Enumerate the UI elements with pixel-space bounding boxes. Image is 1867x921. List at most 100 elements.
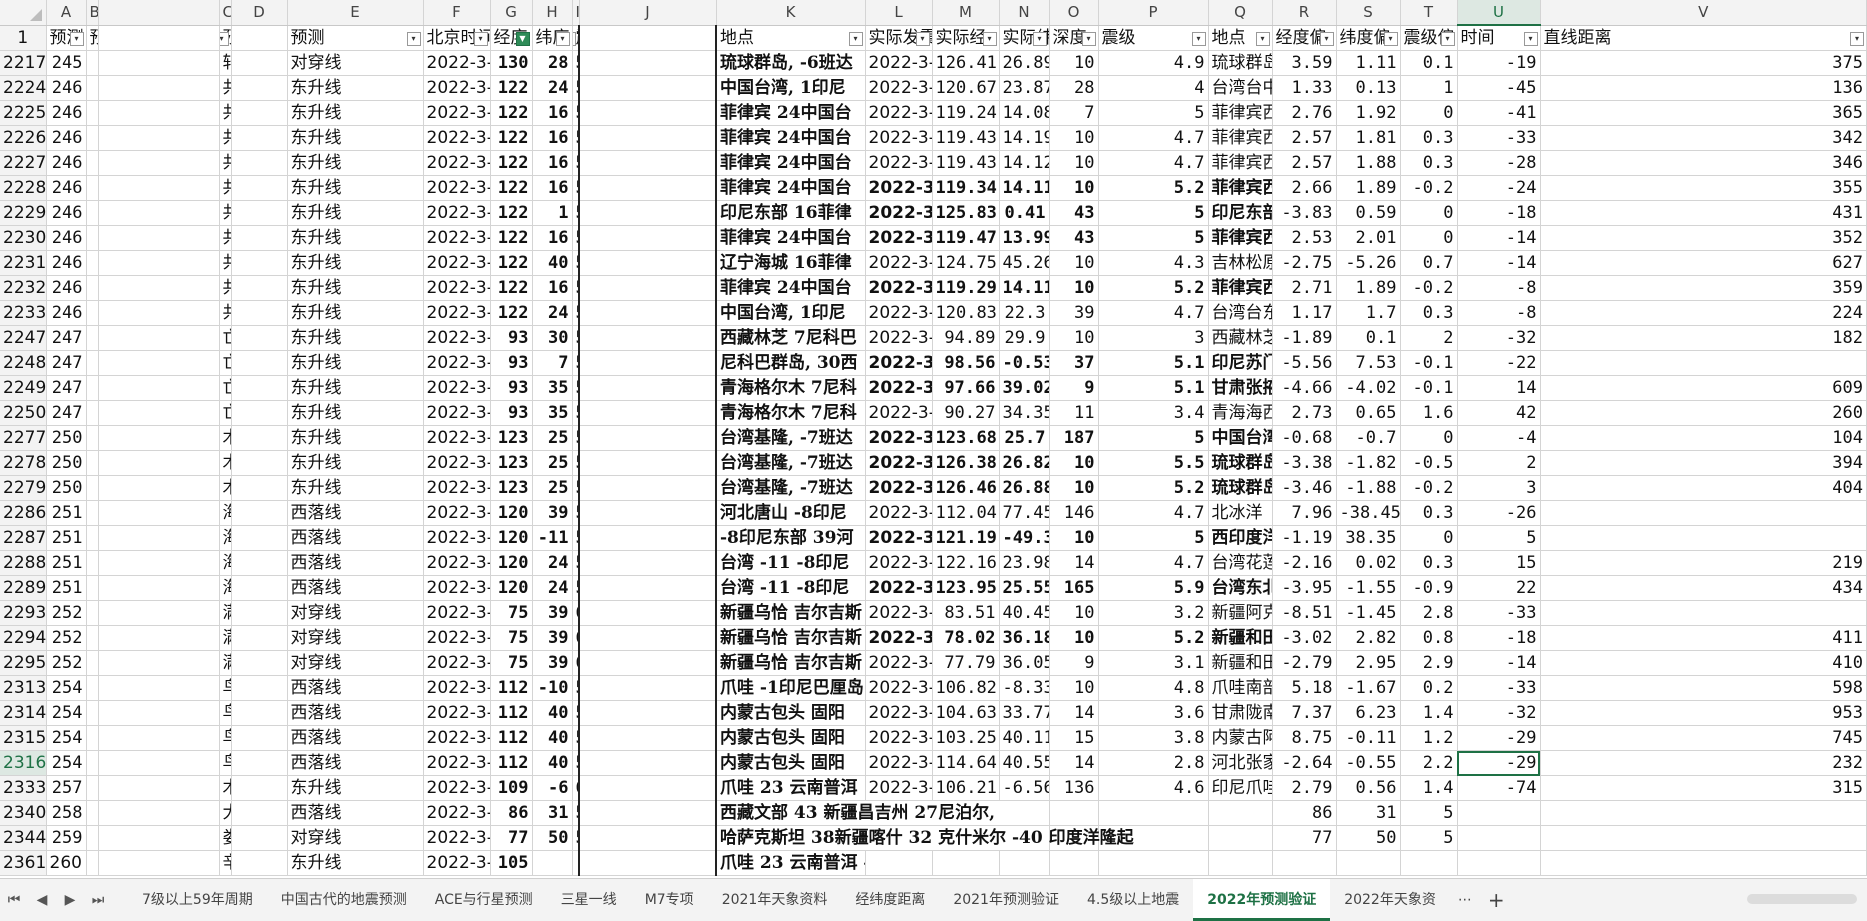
- cell-f[interactable]: 2022-3-17 17:22: [423, 450, 491, 476]
- cell-f[interactable]: 2022-3-21 10:40: [423, 800, 491, 826]
- cell-t[interactable]: 1.4: [1400, 775, 1458, 801]
- cell-n[interactable]: -8.33: [999, 675, 1050, 701]
- cell-o[interactable]: 11: [1049, 400, 1099, 426]
- cell-i[interactable]: 5: [572, 200, 580, 226]
- cell-f[interactable]: 2022-3-16 16:40: [423, 75, 491, 101]
- cell-t[interactable]: 1.2: [1400, 725, 1458, 751]
- cell-f[interactable]: 2022-3-16 18:40: [423, 400, 491, 426]
- cell-p[interactable]: 5.2: [1098, 475, 1209, 501]
- cell-o[interactable]: 14: [1049, 700, 1099, 726]
- cell-o[interactable]: 9: [1049, 650, 1099, 676]
- cell-b[interactable]: [86, 300, 99, 326]
- cell-gap[interactable]: [98, 275, 220, 301]
- cell-i[interactable]: 5: [572, 150, 580, 176]
- cell-f[interactable]: 2022-3-20 8:00: [423, 700, 491, 726]
- cell-q[interactable]: 菲律宾西部海域: [1208, 150, 1273, 176]
- cell-e[interactable]: 东升线: [287, 100, 424, 126]
- row-number[interactable]: 2231: [0, 250, 47, 276]
- cell-l[interactable]: 2022-3-18 10:52: [865, 525, 933, 551]
- cell-v[interactable]: [1540, 850, 1867, 876]
- cell-d[interactable]: [231, 300, 288, 326]
- cell-d[interactable]: [231, 150, 288, 176]
- cell-d[interactable]: [231, 675, 288, 701]
- cell-k[interactable]: 菲律宾 24中国台: [715, 225, 866, 251]
- cell-t[interactable]: -0.9: [1400, 575, 1458, 601]
- cell-j[interactable]: [578, 450, 717, 476]
- cell-u[interactable]: -14: [1457, 250, 1541, 276]
- cell-k[interactable]: 辽宁海城 16菲律: [715, 250, 866, 276]
- cell-gap[interactable]: [98, 375, 220, 401]
- cell-s[interactable]: -1.45: [1336, 600, 1401, 626]
- cell-a[interactable]: 251: [46, 575, 87, 601]
- cell-v[interactable]: 434: [1540, 575, 1867, 601]
- cell-g[interactable]: 77: [490, 825, 533, 851]
- cell-h[interactable]: 35: [532, 375, 573, 401]
- spreadsheet-grid[interactable]: ABCDEFGHIJKLMNOPQRSTUV1预测▾预预测依据▾预测▾北京时间▾…: [0, 0, 1867, 878]
- cell-t[interactable]: 2.8: [1400, 600, 1458, 626]
- cell-v[interactable]: 359: [1540, 275, 1867, 301]
- cell-gap[interactable]: [98, 700, 220, 726]
- cell-m[interactable]: 126.38: [932, 450, 1000, 476]
- cell-h[interactable]: 16: [532, 175, 573, 201]
- cell-p[interactable]: 3.4: [1098, 400, 1209, 426]
- cell-l[interactable]: 2022-3-18 4:53: [865, 775, 933, 801]
- cell-l[interactable]: 2022-3-16 2:44: [865, 250, 933, 276]
- filter-dropdown-icon[interactable]: ▾: [69, 31, 84, 46]
- cell-t[interactable]: 0.3: [1400, 550, 1458, 576]
- cell-h[interactable]: 50: [532, 825, 573, 851]
- cell-i[interactable]: 6: [572, 650, 580, 676]
- cell-p[interactable]: 3: [1098, 325, 1209, 351]
- cell-b[interactable]: [86, 725, 99, 751]
- cell-c[interactable]: 海王星冲月: [219, 575, 232, 601]
- cell-t[interactable]: 1.6: [1400, 400, 1458, 426]
- cell-u[interactable]: -14: [1457, 650, 1541, 676]
- cell-e[interactable]: 东升线: [287, 75, 424, 101]
- cell-d[interactable]: [231, 700, 288, 726]
- cell-b[interactable]: [86, 175, 99, 201]
- cell-i[interactable]: 6: [572, 625, 580, 651]
- cell-p[interactable]: 3.8: [1098, 725, 1209, 751]
- cell-o[interactable]: 10: [1049, 250, 1099, 276]
- cell-o[interactable]: 136: [1049, 775, 1099, 801]
- cell-c[interactable]: 共工星合月: [219, 250, 232, 276]
- cell-gap[interactable]: [98, 475, 220, 501]
- cell-gap[interactable]: [98, 775, 220, 801]
- cell-q[interactable]: 甘肃陇南市宕昌: [1208, 700, 1273, 726]
- cell-l[interactable]: 2022-3-18 20:50: [865, 550, 933, 576]
- cell-a[interactable]: 246: [46, 150, 87, 176]
- cell-i[interactable]: 5: [572, 175, 580, 201]
- cell-r[interactable]: 3.59: [1272, 50, 1337, 76]
- cell-d[interactable]: [231, 325, 288, 351]
- cell-t[interactable]: -0.1: [1400, 375, 1458, 401]
- cell-i[interactable]: 5: [572, 575, 580, 601]
- cell-u[interactable]: 42: [1457, 400, 1541, 426]
- cell-k[interactable]: 中国台湾, 1印尼: [715, 75, 866, 101]
- cell-e[interactable]: 东升线: [287, 850, 424, 876]
- cell-b[interactable]: [86, 425, 99, 451]
- cell-i[interactable]: 5: [572, 375, 580, 401]
- row-number[interactable]: 2293: [0, 600, 47, 626]
- cell-s[interactable]: 0.65: [1336, 400, 1401, 426]
- cell-m[interactable]: 103.25: [932, 725, 1000, 751]
- cell-a[interactable]: 250: [46, 450, 87, 476]
- cell-s[interactable]: 0.59: [1336, 200, 1401, 226]
- cell-j[interactable]: [578, 475, 717, 501]
- filter-dropdown-icon[interactable]: ▾: [1255, 31, 1270, 46]
- cell-q[interactable]: 新疆和田地区皮: [1208, 625, 1273, 651]
- header-cell-c[interactable]: 预测依据▾: [219, 25, 232, 51]
- cell-g[interactable]: 122: [490, 175, 533, 201]
- cell-o[interactable]: 37: [1049, 350, 1099, 376]
- cell-p[interactable]: 2.8: [1098, 750, 1209, 776]
- cell-j[interactable]: [578, 275, 717, 301]
- cell-gap[interactable]: [98, 50, 220, 76]
- cell-t[interactable]: 0: [1400, 225, 1458, 251]
- cell-b[interactable]: [86, 800, 99, 826]
- cell-v[interactable]: 136: [1540, 75, 1867, 101]
- cell-t[interactable]: -0.2: [1400, 175, 1458, 201]
- cell-l[interactable]: 2022-3-18 12:54: [865, 400, 933, 426]
- cell-d[interactable]: [231, 400, 288, 426]
- cell-u[interactable]: 14: [1457, 375, 1541, 401]
- cell-u[interactable]: -24: [1457, 175, 1541, 201]
- cell-s[interactable]: 2.82: [1336, 625, 1401, 651]
- cell-t[interactable]: 5: [1400, 825, 1458, 851]
